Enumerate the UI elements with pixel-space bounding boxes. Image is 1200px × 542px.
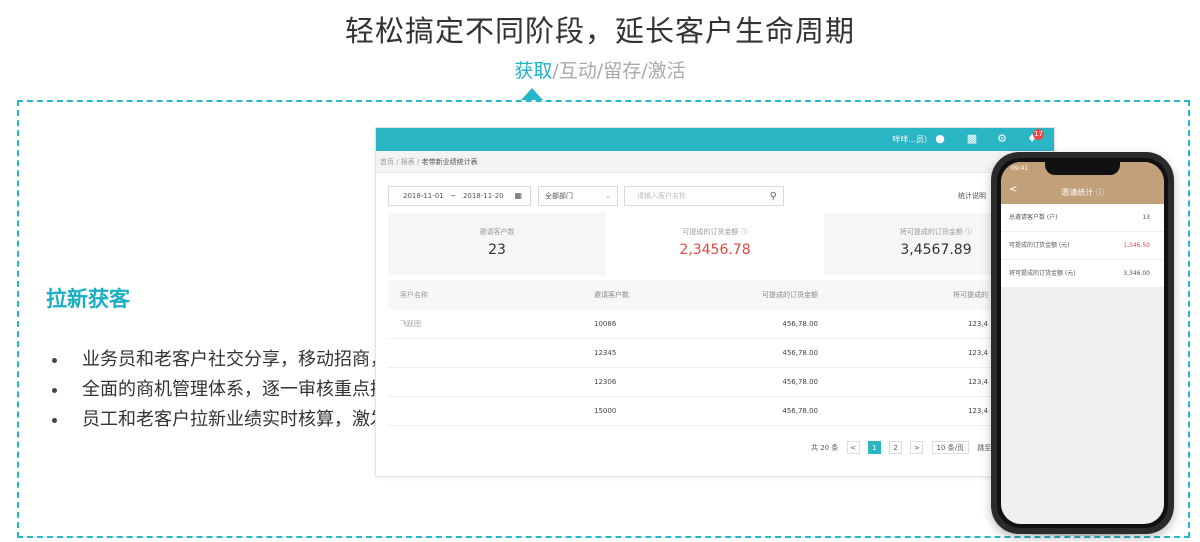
table-cell: 123,4 xyxy=(967,378,988,386)
printer-icon[interactable]: ▩ xyxy=(966,133,978,145)
table-cell: 123,4 xyxy=(967,407,988,415)
pagination: 共 20 条 < 1 2 > 10 条/页 跳至 xyxy=(811,441,997,455)
data-table: 客户名称 邀请客户数 可提成的订货金额 将可提成的 飞跃团 10086 456,… xyxy=(388,280,1048,426)
page-1-button[interactable]: 1 xyxy=(867,441,881,454)
table-row[interactable]: 飞跃团 10086 456,78.00 123,4 xyxy=(388,310,1048,339)
list-item-label: 将可提成的订货金额 (元) xyxy=(1009,270,1076,277)
dashboard-topbar: 咩咩...员） ● ▩ ⚙ ♦ 17 xyxy=(376,128,1054,151)
table-cell: 12306 xyxy=(594,378,617,386)
stats-help-link[interactable]: 统计说明 xyxy=(958,186,986,206)
table-row[interactable]: 15000 456,78.00 123,4 xyxy=(388,397,1048,426)
list-item-label: 可提成的订货金额 (元) xyxy=(1009,242,1070,249)
table-header: 客户名称 邀请客户数 可提成的订货金额 将可提成的 xyxy=(388,280,1048,310)
stat-value: 2,3456.78 xyxy=(679,242,751,258)
table-cell: 456,78.00 xyxy=(782,378,818,386)
stat-label: 邀请客户数 xyxy=(479,228,515,236)
calendar-icon: ▦ xyxy=(514,191,522,200)
list-item-value: 1,346.50 xyxy=(1123,242,1150,249)
chevron-down-icon: ⌄ xyxy=(605,192,611,200)
table-cell: 456,78.00 xyxy=(782,407,818,415)
next-page-button[interactable]: > xyxy=(910,441,924,454)
page-title: 轻松搞定不同阶段，延长客户生命周期 xyxy=(344,14,855,48)
tab-acquire[interactable]: 获取 xyxy=(514,60,552,82)
column-header: 可提成的订货金额 xyxy=(762,291,818,299)
phone-screenshot: 09:41 < 邀请统计 ⓘ 总邀请客户数 (户) 13 可提成的订货金额 (元… xyxy=(991,152,1174,534)
list-item-value: 3,346.00 xyxy=(1123,270,1150,277)
page-2-button[interactable]: 2 xyxy=(889,441,903,454)
phone-title: 邀请统计 ⓘ xyxy=(1061,188,1104,197)
customer-search-input[interactable]: 请输入客户名称 ⚲ xyxy=(624,186,784,206)
stat-invited: 邀请客户数 23 xyxy=(388,213,606,275)
column-header: 邀请客户数 xyxy=(594,291,629,299)
stat-value: 23 xyxy=(488,242,506,258)
date-range-picker[interactable]: 2018-11-01 ~ 2018-11-20 ▦ xyxy=(388,186,531,206)
stat-label: 可提成的订货金额 ⓘ xyxy=(682,228,748,236)
column-header: 客户名称 xyxy=(400,291,428,299)
department-value: 全部部门 xyxy=(545,192,573,200)
table-cell: 12345 xyxy=(594,349,617,357)
list-item-label: 总邀请客户数 (户) xyxy=(1009,214,1058,221)
breadcrumb: 首页 / 报表 / 老带新业绩统计表 xyxy=(376,151,1054,173)
date-separator: ~ xyxy=(450,192,457,200)
list-item-value: 13 xyxy=(1142,214,1150,221)
department-select[interactable]: 全部部门 ⌄ xyxy=(538,186,618,206)
status-bar-time: 09:41 xyxy=(1011,165,1029,172)
breadcrumb-report[interactable]: 报表 xyxy=(401,158,415,166)
table-cell: 15000 xyxy=(594,407,617,415)
table-cell: 123,4 xyxy=(967,349,988,357)
breadcrumb-home[interactable]: 首页 xyxy=(380,158,394,166)
filter-bar: 2018-11-01 ~ 2018-11-20 ▦ 全部部门 ⌄ 请输入客户名称… xyxy=(388,186,1048,206)
tab-interact[interactable]: 互动 xyxy=(559,60,597,82)
gear-icon[interactable]: ⚙ xyxy=(996,133,1008,145)
stat-commissionable: 可提成的订货金额 ⓘ 2,3456.78 xyxy=(606,213,824,275)
active-tab-pointer-icon xyxy=(521,88,543,100)
list-item: 将可提成的订货金额 (元) 3,346.00 xyxy=(1001,260,1164,288)
phone-notch xyxy=(1045,162,1120,175)
user-icon[interactable]: ● xyxy=(934,133,946,145)
stage-tabs: 获取/互动/留存/激活 xyxy=(0,56,1200,83)
table-row[interactable]: 12306 456,78.00 123,4 xyxy=(388,368,1048,397)
prev-page-button[interactable]: < xyxy=(846,441,860,454)
phone-stats-list: 总邀请客户数 (户) 13 可提成的订货金额 (元) 1,346.50 将可提成… xyxy=(1001,204,1164,288)
user-name: 咩咩...员） xyxy=(892,135,932,144)
date-to: 2018-11-20 xyxy=(462,192,504,200)
list-item: 可提成的订货金额 (元) 1,346.50 xyxy=(1001,232,1164,260)
date-from: 2018-11-01 xyxy=(403,192,444,200)
table-cell: 飞跃团 xyxy=(400,320,421,328)
list-item: 总邀请客户数 (户) 13 xyxy=(1001,204,1164,232)
breadcrumb-current: 老带新业绩统计表 xyxy=(421,158,478,166)
page-size-select[interactable]: 10 条/页 xyxy=(931,441,970,454)
search-placeholder: 请输入客户名称 xyxy=(637,192,686,200)
dashboard-screenshot: 咩咩...员） ● ▩ ⚙ ♦ 17 首页 / 报表 / 老带新业绩统计表 20… xyxy=(375,127,1055,477)
section-title: 拉新获客 xyxy=(46,287,130,311)
goto-page-label: 跳至 xyxy=(977,443,992,452)
column-header: 将可提成的 xyxy=(953,291,988,299)
tab-retain[interactable]: 留存 xyxy=(603,60,641,82)
search-icon[interactable]: ⚲ xyxy=(770,188,777,206)
phone-screen: 09:41 < 邀请统计 ⓘ 总邀请客户数 (户) 13 可提成的订货金额 (元… xyxy=(1001,162,1164,524)
stats-summary: 邀请客户数 23 可提成的订货金额 ⓘ 2,3456.78 将可提成的订货金额 … xyxy=(388,213,1048,275)
table-cell: 456,78.00 xyxy=(782,349,818,357)
notification-badge: 17 xyxy=(1033,129,1044,140)
tab-activate[interactable]: 激活 xyxy=(648,60,686,82)
table-cell: 10086 xyxy=(594,320,617,328)
table-row[interactable]: 12345 456,78.00 123,4 xyxy=(388,339,1048,368)
pagination-total: 共 20 条 xyxy=(811,443,839,452)
table-cell: 123,4 xyxy=(967,320,988,328)
table-cell: 456,78.00 xyxy=(782,320,818,328)
